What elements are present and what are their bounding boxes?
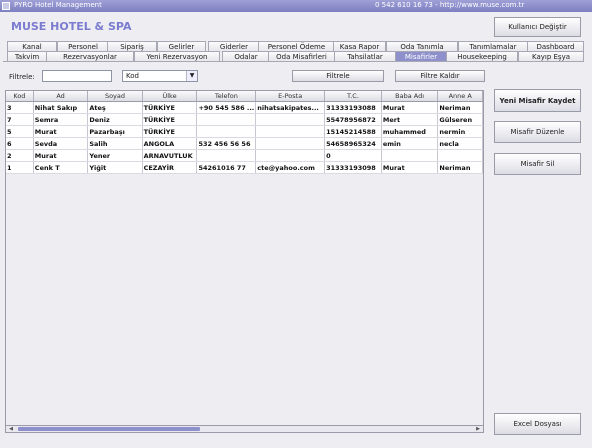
table-cell: 2 — [6, 149, 34, 162]
switch-user-button[interactable]: Kullanıcı Değiştir — [494, 17, 581, 37]
edit-guest-button[interactable]: Misafir Düzenle — [494, 121, 581, 143]
scrollbar-thumb[interactable] — [18, 427, 200, 431]
window-contact: 0 542 610 16 73 - http://www.muse.com.tr — [375, 1, 525, 9]
table-cell: 55478956872 — [324, 113, 382, 126]
column-header[interactable]: Soyad — [87, 91, 143, 102]
table-row[interactable]: 2 Murat Yener ARNAVUTLUK 0 — [6, 149, 483, 162]
column-header[interactable]: Baba Adı — [381, 91, 439, 102]
table-cell: Yener — [87, 149, 143, 162]
table-cell: 0 — [324, 149, 382, 162]
table-cell — [196, 125, 257, 138]
table-cell: 54261016 77 — [196, 161, 257, 174]
filter-button[interactable]: Filtrele — [292, 70, 384, 82]
table-row[interactable]: 5 Murat Pazarbaşı TÜRKİYE 15145214588 muhamme… — [6, 125, 483, 138]
column-header[interactable]: E-Posta — [255, 91, 326, 102]
table-cell: Sevda — [33, 137, 89, 150]
table-cell: 7 — [6, 113, 34, 126]
column-header[interactable]: Ad — [33, 91, 89, 102]
tab-divider — [3, 61, 584, 62]
column-header[interactable]: Anne A — [437, 91, 483, 102]
scroll-right-icon[interactable]: ▶ — [474, 426, 482, 432]
filter-field-value: Kod — [126, 72, 139, 80]
table-row[interactable]: 1 Cenk T Yiğit CEZAYİR 54261016 77 cte@yahoo.… — [6, 161, 483, 174]
table-cell: Murat — [381, 101, 439, 114]
filter-label: Filtrele: — [9, 73, 35, 81]
table-cell: 31333193098 — [324, 161, 382, 174]
horizontal-scrollbar[interactable]: ◀ ▶ — [5, 425, 484, 433]
chevron-down-icon[interactable]: ▼ — [186, 71, 197, 81]
app-icon — [2, 2, 10, 10]
table-cell: TÜRKİYE — [142, 113, 198, 126]
title-bar: PYRO Hotel Management 0 542 610 16 73 - … — [0, 0, 592, 12]
table-cell: Yiğit — [87, 161, 143, 174]
excel-export-button[interactable]: Excel Dosyası — [494, 413, 581, 435]
column-header[interactable]: T.C. — [324, 91, 382, 102]
table-cell: TÜRKİYE — [142, 101, 198, 114]
table-cell: Semra — [33, 113, 89, 126]
table-cell — [255, 137, 326, 150]
table-cell: ANGOLA — [142, 137, 198, 150]
table-cell: +90 545 586 ... — [196, 101, 257, 114]
table-cell: Salih — [87, 137, 143, 150]
table-cell: Nihat Sakıp — [33, 101, 89, 114]
table-cell: CEZAYİR — [142, 161, 198, 174]
hotel-brand: MUSE HOTEL & SPA — [11, 20, 132, 33]
table-cell: Murat — [33, 125, 89, 138]
table-row[interactable]: 3 Nihat Sakıp Ateş TÜRKİYE +90 545 586 ... ni… — [6, 101, 483, 114]
table-cell: Mert — [381, 113, 439, 126]
delete-guest-button[interactable]: Misafir Sil — [494, 153, 581, 175]
table-cell: Murat — [381, 161, 439, 174]
table-cell: TÜRKİYE — [142, 125, 198, 138]
table-header: Kod Ad Soyad Ülke Telefon E-Posta T.C. Baba Adı… — [6, 91, 483, 102]
table-cell: muhammed — [381, 125, 439, 138]
table-cell: 54658965324 — [324, 137, 382, 150]
table-cell — [255, 125, 326, 138]
table-cell: Neriman — [437, 101, 483, 114]
table-cell: nihatsakipates... — [255, 101, 326, 114]
table-cell: Ateş — [87, 101, 143, 114]
table-cell: Murat — [33, 149, 89, 162]
table-row[interactable]: 6 Sevda Salih ANGOLA 532 456 56 56 5465896532… — [6, 137, 483, 150]
new-guest-button[interactable]: Yeni Misafir Kaydet — [494, 89, 581, 112]
column-header[interactable]: Kod — [6, 91, 34, 102]
table-cell: 5 — [6, 125, 34, 138]
table-cell: emin — [381, 137, 439, 150]
table-cell: Deniz — [87, 113, 143, 126]
column-header[interactable]: Telefon — [196, 91, 257, 102]
table-cell: cte@yahoo.com — [255, 161, 326, 174]
table-cell: Neriman — [437, 161, 483, 174]
table-cell — [255, 113, 326, 126]
table-cell: nermin — [437, 125, 483, 138]
table-cell: ARNAVUTLUK — [142, 149, 198, 162]
filter-field-select[interactable]: Kod ▼ — [122, 70, 198, 82]
table-cell: Pazarbaşı — [87, 125, 143, 138]
table-cell: Cenk T — [33, 161, 89, 174]
column-header[interactable]: Ülke — [142, 91, 198, 102]
guest-table[interactable]: Kod Ad Soyad Ülke Telefon E-Posta T.C. Baba Adı… — [5, 90, 484, 432]
scroll-left-icon[interactable]: ◀ — [7, 426, 15, 432]
table-cell: necla — [437, 137, 483, 150]
clear-filter-button[interactable]: Filtre Kaldır — [395, 70, 485, 82]
table-cell — [255, 149, 326, 162]
table-cell: Gülseren — [437, 113, 483, 126]
table-row[interactable]: 7 Semra Deniz TÜRKİYE 55478956872 Mert Gülsere… — [6, 113, 483, 126]
table-cell: 1 — [6, 161, 34, 174]
table-cell: 3 — [6, 101, 34, 114]
table-cell: 6 — [6, 137, 34, 150]
filter-input[interactable] — [42, 70, 112, 82]
table-cell — [437, 149, 483, 162]
window-title: PYRO Hotel Management — [14, 1, 102, 9]
table-cell: 532 456 56 56 — [196, 137, 257, 150]
table-cell: 15145214588 — [324, 125, 382, 138]
table-cell — [381, 149, 439, 162]
table-cell: 31333193088 — [324, 101, 382, 114]
table-cell — [196, 113, 257, 126]
table-cell — [196, 149, 257, 162]
